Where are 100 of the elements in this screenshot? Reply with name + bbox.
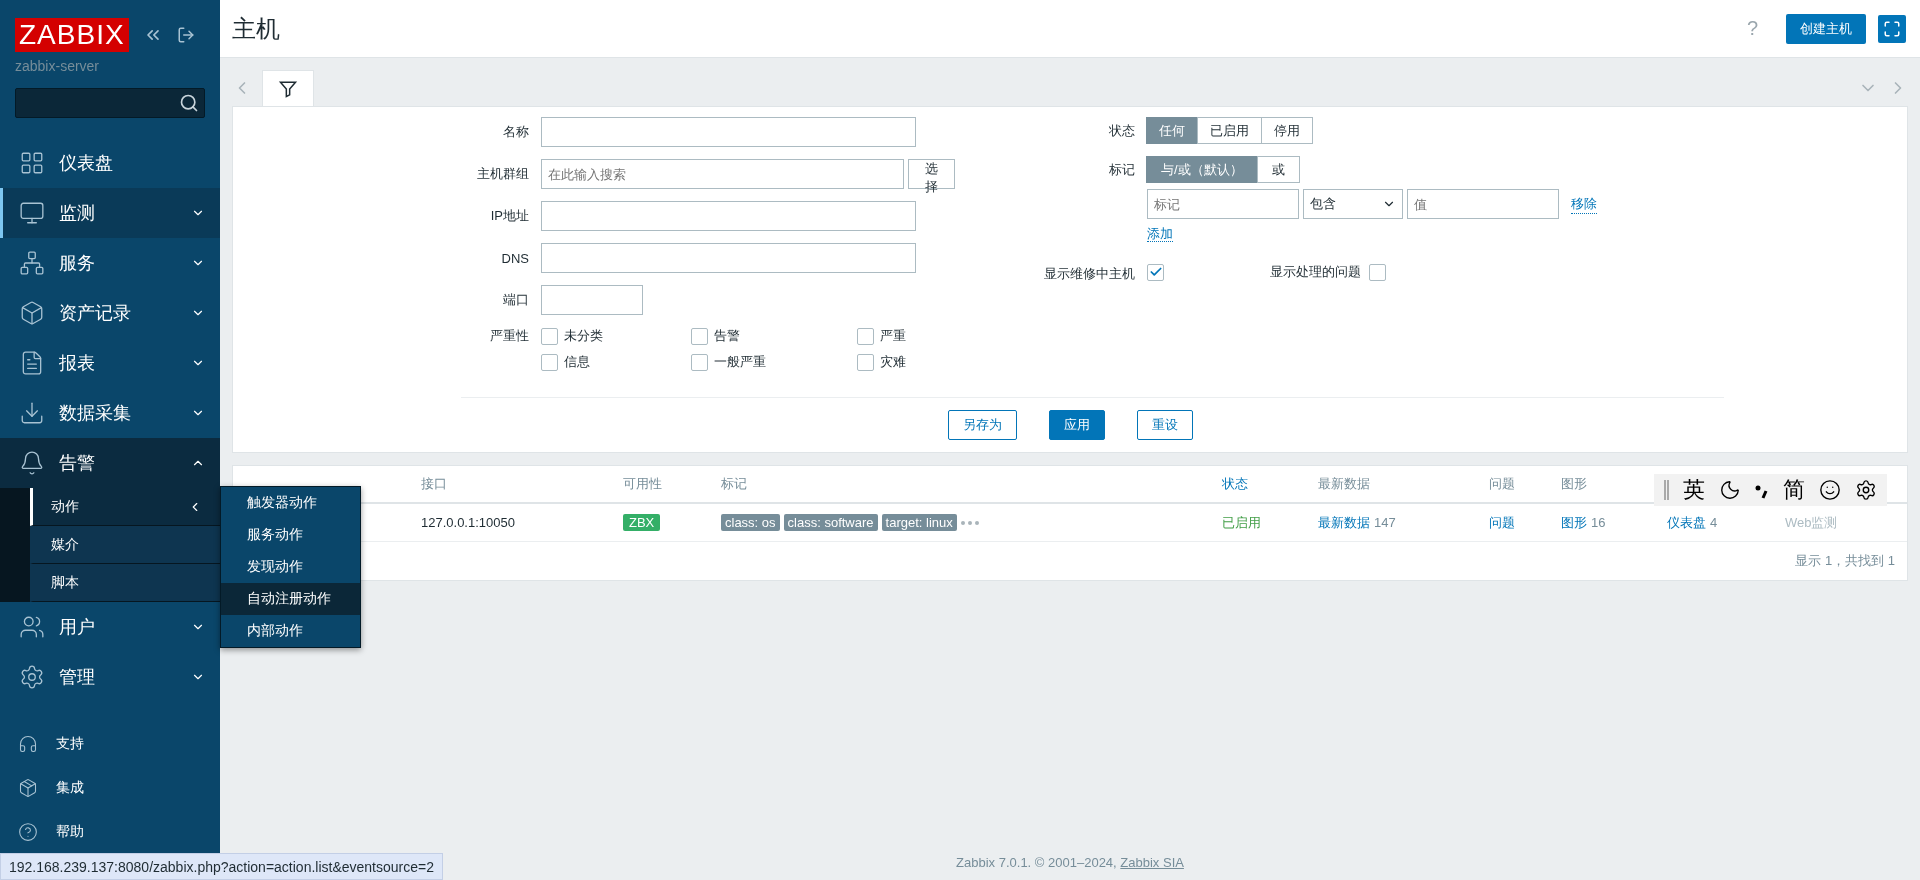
logo[interactable]: ZABBIX [15, 18, 129, 52]
input-field[interactable] [541, 285, 643, 315]
kiosk-icon[interactable] [176, 26, 195, 44]
menu-item[interactable]: 集成 [0, 766, 220, 810]
checkbox-label: 告警 [714, 327, 740, 345]
count: 4 [1710, 515, 1718, 530]
field-label: 显示维修中主机 [1043, 265, 1135, 283]
segment-button[interactable]: 或 [1256, 156, 1300, 183]
column-header[interactable]: 状态 [1222, 475, 1248, 493]
box-icon [19, 300, 45, 326]
popup-menu-item[interactable]: 服务动作 [221, 519, 360, 551]
graphs-link[interactable]: 图形 [1561, 513, 1587, 532]
checkbox[interactable] [857, 327, 874, 345]
filter-button[interactable]: 重设 [1136, 410, 1193, 440]
input-field[interactable] [541, 243, 916, 273]
filter-tab[interactable] [262, 70, 314, 106]
bell-icon [19, 450, 45, 476]
users-icon [19, 614, 45, 640]
search-field[interactable] [15, 88, 205, 118]
menu-item[interactable]: 支持 [0, 722, 220, 766]
search-field[interactable]: 在此输入搜索 [541, 159, 904, 189]
menu-item[interactable]: 告警 [0, 438, 220, 488]
field-label: 状态 [1108, 122, 1135, 140]
checkbox[interactable] [1147, 263, 1164, 281]
menu-item[interactable]: 用户 [0, 602, 220, 652]
gear-icon[interactable] [1855, 479, 1877, 501]
filter-button[interactable]: 另存为 [947, 410, 1017, 440]
gear-icon [19, 664, 45, 690]
fullscreen-icon [1883, 19, 1901, 38]
monitor-icon [19, 200, 45, 226]
search-icon [179, 93, 199, 113]
server-name: zabbix-server [14, 57, 101, 74]
checkbox[interactable] [857, 353, 874, 371]
popup-menu-item[interactable]: 触发器动作 [221, 487, 360, 519]
dashboards-link[interactable]: 仪表盘 [1667, 513, 1706, 532]
create-host-button[interactable]: 创建主机 [1786, 13, 1866, 44]
grid-icon [19, 150, 45, 176]
popup-menu-item[interactable]: 发现动作 [221, 551, 360, 583]
popup-menu-item[interactable]: 自动注册动作 [221, 583, 360, 615]
page-title: 主机 [232, 13, 281, 44]
column-header: 图形 [1561, 475, 1587, 493]
add-link[interactable]: 添加 [1147, 226, 1173, 242]
tag-field[interactable]: 标记 [1147, 189, 1299, 219]
apply-button[interactable]: 应用 [1048, 410, 1105, 440]
checkbox-label: 信息 [564, 353, 590, 371]
availability-badge: ZBX [623, 514, 661, 531]
checkbox[interactable] [691, 327, 708, 345]
problems-link[interactable]: 问题 [1489, 513, 1515, 532]
result-count: 显示 1，共找到 1 [1794, 552, 1896, 570]
menu-item[interactable]: 帮助 [0, 810, 220, 854]
grip-handle[interactable] [1664, 480, 1669, 500]
status-url: 192.168.239.137:8080/zabbix.php?action=action.list&eventsource=2 [0, 853, 443, 880]
menu-item[interactable]: 仪表盘 [0, 138, 220, 188]
checkbox-label: 未分类 [564, 327, 603, 345]
menu-item[interactable]: 资产记录 [0, 288, 220, 338]
field-label: IP地址 [489, 207, 529, 225]
column-header: 标记 [721, 475, 747, 493]
menu-item[interactable]: 报表 [0, 338, 220, 388]
download-icon [19, 400, 45, 426]
moon-icon[interactable] [1719, 479, 1741, 501]
column-header: 可用性 [623, 475, 662, 493]
checkbox[interactable] [541, 353, 558, 371]
field-label: 主机群组 [476, 165, 529, 183]
package-icon [18, 778, 38, 798]
count: 16 [1591, 515, 1606, 530]
submenu-item[interactable]: 动作 [30, 488, 220, 526]
menu-item[interactable]: 数据采集 [0, 388, 220, 438]
field-label: 名称 [502, 123, 529, 141]
input-field[interactable] [541, 117, 916, 147]
segment-button[interactable]: 已启用 [1197, 117, 1262, 144]
menu-item[interactable]: 管理 [0, 652, 220, 702]
checkbox[interactable] [1369, 263, 1386, 281]
ime-mode[interactable]: 英 [1683, 475, 1705, 505]
menu-item[interactable]: 监测 [0, 188, 220, 238]
tag: class: os [721, 514, 780, 531]
count: 147 [1374, 515, 1396, 530]
network-icon [19, 250, 45, 276]
column-header: 接口 [421, 475, 447, 493]
field-label: 端口 [502, 291, 529, 309]
checkbox-label: 灾难 [880, 353, 906, 371]
popup-menu-item[interactable]: 内部动作 [221, 615, 360, 647]
checkbox[interactable] [691, 353, 708, 371]
segment-button[interactable]: 停用 [1261, 117, 1313, 144]
smiley-icon[interactable] [1819, 479, 1841, 501]
submenu-item[interactable]: 脚本 [30, 564, 220, 602]
checkbox-label: 严重 [880, 327, 906, 345]
operator-select[interactable]: 包含 [1303, 189, 1403, 219]
input-field[interactable] [541, 201, 916, 231]
table-cell: 127.0.0.1:10050 [421, 515, 515, 530]
remove-link[interactable]: 移除 [1571, 194, 1597, 214]
latest-data-link[interactable]: 最新数据 [1318, 513, 1370, 532]
more-icon[interactable] [960, 520, 979, 525]
fullscreen-button[interactable] [1878, 14, 1906, 43]
menu-item[interactable]: 服务 [0, 238, 220, 288]
checkbox[interactable] [541, 327, 558, 345]
field-label: 显示处理的问题 [1270, 263, 1361, 281]
submenu-item[interactable]: 媒介 [30, 526, 220, 564]
value-field[interactable]: 值 [1407, 189, 1559, 219]
status-text[interactable]: 已启用 [1222, 513, 1261, 532]
ime-script[interactable]: 简 [1783, 475, 1805, 505]
